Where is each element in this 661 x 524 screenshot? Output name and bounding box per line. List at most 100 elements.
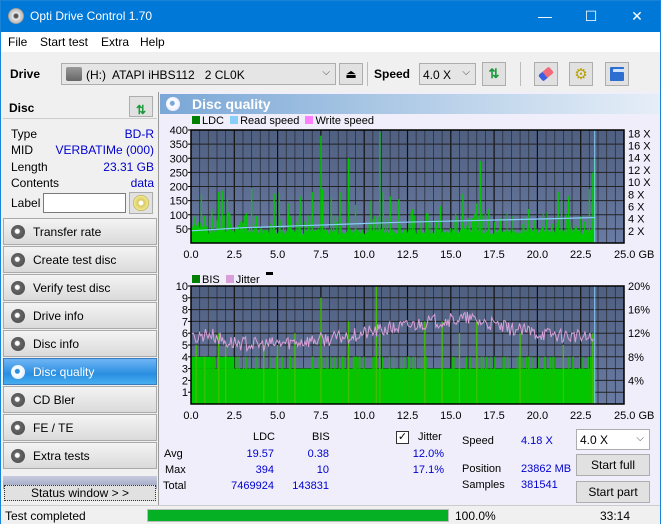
progress-fill <box>148 510 448 521</box>
nav-extra-tests[interactable]: Extra tests <box>3 442 157 469</box>
x-tick-label: 10.0 <box>353 249 374 261</box>
menu-extra[interactable]: Extra <box>101 35 129 49</box>
disc-header-title: Disc <box>9 101 35 115</box>
minimize-button[interactable]: — <box>522 1 568 32</box>
max-bis: 10 <box>316 464 329 476</box>
transfer-rate-icon <box>11 225 25 239</box>
x-tick-label: 2.5 <box>227 410 242 422</box>
y2-tick-label: 8 X <box>628 189 645 201</box>
row-label-max: Max <box>165 464 186 476</box>
row-label-total: Total <box>163 480 187 492</box>
nav-label: Drive info <box>33 309 84 323</box>
nav-fe-te[interactable]: FE / TE <box>3 414 157 441</box>
nav-label: Disc quality <box>33 365 95 379</box>
y-tick-label: 6 <box>182 328 188 340</box>
y-tick-label: 4 <box>182 352 188 364</box>
test-speed-select[interactable]: 4.0 X ⌵ <box>576 429 650 450</box>
settings-button[interactable]: ⚙ <box>569 62 593 86</box>
prop-value: VERBATIMe (000) <box>55 143 154 157</box>
menu-start-test[interactable]: Start test <box>40 35 88 49</box>
menu-help[interactable]: Help <box>140 35 165 49</box>
save-button[interactable] <box>605 62 629 86</box>
test-speed-value: 4.0 X <box>580 433 609 447</box>
nav-label: Verify test disc <box>33 281 111 295</box>
speed-select[interactable]: 4.0 X ⌵ <box>419 63 476 85</box>
position-label: Position <box>462 463 502 475</box>
label-apply-button[interactable] <box>129 192 153 214</box>
nav-disc-quality[interactable]: Disc quality <box>3 358 157 385</box>
refresh-button[interactable]: ⇅ <box>482 62 506 86</box>
nav-create-test-disc[interactable]: Create test disc <box>3 246 157 273</box>
status-window-button[interactable]: Status window > > <box>4 485 156 501</box>
elapsed-time: 33:14 <box>600 509 631 523</box>
nav-disc-info[interactable]: Disc info <box>3 330 157 357</box>
progress-bar <box>147 509 449 522</box>
y2-tick-label: 4% <box>628 375 644 387</box>
nav-label: Extra tests <box>33 449 90 463</box>
nav-cd-bler[interactable]: CD Bler <box>3 386 157 413</box>
bis-block <box>191 356 212 369</box>
row-label-avg: Avg <box>164 448 183 460</box>
app-disc-icon <box>8 8 24 24</box>
y2-tick-label: 2 X <box>628 226 645 238</box>
extra-tests-icon <box>11 449 25 463</box>
cd-bler-icon <box>11 393 25 407</box>
samples-value: 381541 <box>521 479 558 491</box>
y2-tick-label: 8% <box>628 352 644 364</box>
start-full-button[interactable]: Start full <box>576 454 650 476</box>
disc-info-icon <box>11 337 25 351</box>
label-input[interactable] <box>43 193 126 213</box>
x-tick-label: 7.5 <box>313 410 328 422</box>
x-tick-label: 10.0 <box>353 410 374 422</box>
erase-button[interactable] <box>534 62 558 86</box>
bis-jitter-chart: 10987654321 20% 16% 12% 8% 4% 0.0 2.5 5.0 7.5 10.0… <box>176 281 655 422</box>
x-tick-label: 0.0 <box>183 410 198 422</box>
prop-key: Length <box>11 160 48 174</box>
refresh-arrows-icon: ⇅ <box>488 66 500 81</box>
avg-bis: 0.38 <box>307 448 329 460</box>
toolbar-separator <box>520 62 521 86</box>
y2-tick-label: 12% <box>628 328 650 340</box>
y2-tick-label: 4 X <box>628 214 645 226</box>
x-tick-label: 12.5 <box>397 410 418 422</box>
x-tick-label: 20.0 <box>527 410 548 422</box>
chevron-down-icon: ⌵ <box>322 67 330 78</box>
nav-transfer-rate[interactable]: Transfer rate <box>3 218 157 245</box>
x-tick-label: 20.0 <box>527 249 548 261</box>
disc-icon <box>133 195 149 211</box>
eject-button[interactable]: ⏏ <box>339 63 363 85</box>
drive-select-value: (H:) ATAPI iHBS112 2 CL0K <box>86 68 245 82</box>
nav-label: CD Bler <box>33 393 76 407</box>
toolbar: Drive (H:) ATAPI iHBS112 2 CL0K ⌵ ⏏ Spee… <box>1 52 660 92</box>
drive-icon <box>66 67 82 81</box>
y2-tick-label: 14 X <box>628 153 651 165</box>
x-tick-label: 25.0 GB <box>614 249 654 261</box>
prop-key: Type <box>11 127 38 141</box>
drive-select[interactable]: (H:) ATAPI iHBS112 2 CL0K ⌵ <box>61 63 336 85</box>
jitter-checkbox[interactable]: ✓ <box>396 431 409 444</box>
label-field-label: Label <box>11 196 41 210</box>
nav-label: Create test disc <box>33 253 117 267</box>
y2-tick-label: 16% <box>628 305 650 317</box>
position-value: 23862 MB <box>521 463 572 475</box>
y-tick-label: 2 <box>182 375 188 387</box>
nav-verify-test-disc[interactable]: Verify test disc <box>3 274 157 301</box>
chevron-down-icon: ⌵ <box>462 67 470 78</box>
x-tick-label: 17.5 <box>483 249 504 261</box>
y2-tick-label: 12 X <box>628 165 651 177</box>
legend-marker <box>265 272 273 275</box>
close-button[interactable]: ✕ <box>614 1 660 32</box>
disc-refresh-button[interactable]: ⇅ <box>129 96 153 117</box>
nav-drive-info[interactable]: Drive info <box>3 302 157 329</box>
x-tick-label: 17.5 <box>483 410 504 422</box>
y-tick-label: 3 <box>182 364 188 376</box>
start-part-button[interactable]: Start part <box>576 481 650 503</box>
x-tick-label: 2.5 <box>227 249 242 261</box>
col-header-ldc: LDC <box>253 431 276 443</box>
disc-info-box: Disc ⇅ Type BD-R MID VERBATIMe (000) Lengt… <box>3 95 157 214</box>
menu-file[interactable]: File <box>8 35 27 49</box>
prop-key: MID <box>11 143 33 157</box>
x-tick-label: 7.5 <box>313 249 328 261</box>
prop-value: data <box>130 176 154 190</box>
maximize-button[interactable]: ☐ <box>568 1 614 32</box>
